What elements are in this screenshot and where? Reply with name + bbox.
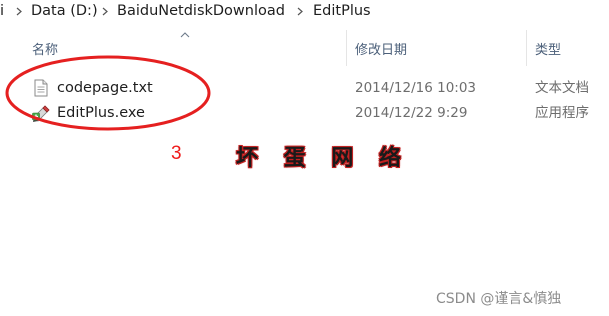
breadcrumb-item-drive[interactable]: Data (D:) <box>31 0 98 22</box>
breadcrumb-item-current[interactable]: EditPlus <box>313 0 371 22</box>
chevron-right-icon[interactable] <box>297 0 303 16</box>
file-date: 2014/12/22 9:29 <box>355 105 468 121</box>
breadcrumb: i Data (D:) BaiduNetdiskDownload EditPlu… <box>0 0 609 22</box>
chevron-right-icon[interactable] <box>102 0 108 16</box>
sort-ascending-icon <box>180 32 190 38</box>
column-header-type[interactable]: 类型 <box>535 38 561 64</box>
highlight-ellipse <box>5 55 211 131</box>
file-type: 应用程序 <box>535 105 589 121</box>
stamp-text: 坏 蛋 网 络 <box>236 146 410 171</box>
breadcrumb-item-folder[interactable]: BaiduNetdiskDownload <box>117 0 285 22</box>
file-date: 2014/12/16 10:03 <box>355 80 477 96</box>
watermark: CSDN @谨言&慎独 <box>436 291 562 307</box>
annotation-step-number: 3 <box>171 143 182 164</box>
column-divider[interactable] <box>346 30 347 66</box>
file-type: 文本文档 <box>535 80 589 96</box>
chevron-right-icon[interactable] <box>16 0 22 16</box>
column-header-date[interactable]: 修改日期 <box>355 38 407 64</box>
column-divider[interactable] <box>526 30 527 66</box>
breadcrumb-partial-item[interactable]: i <box>0 0 4 22</box>
